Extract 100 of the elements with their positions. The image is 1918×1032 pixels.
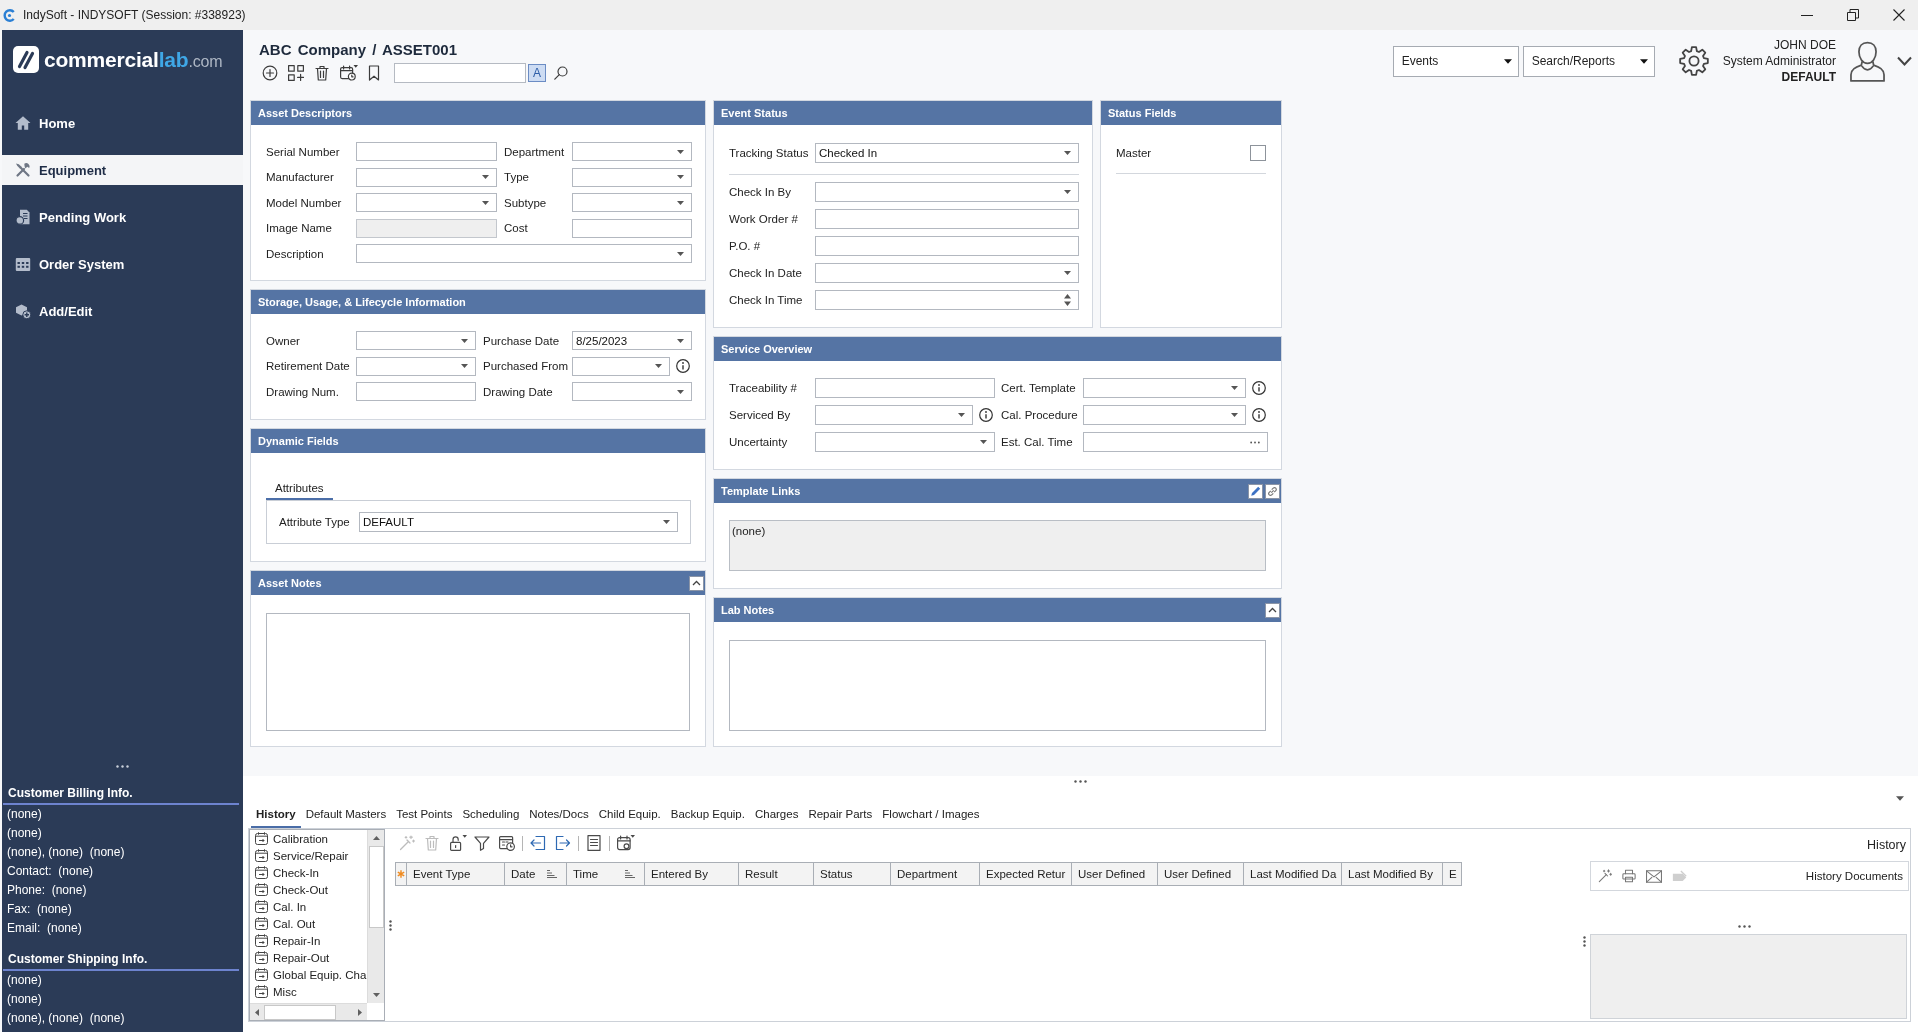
scrollbar-thumb[interactable] — [264, 1004, 336, 1020]
caret-icon[interactable] — [1064, 151, 1071, 155]
scrollbar-thumb[interactable] — [368, 846, 384, 928]
list-item[interactable]: Calibration — [250, 830, 367, 847]
dropdown-field[interactable]: DEFAULT — [359, 512, 678, 532]
calendar-clock-icon[interactable] — [340, 65, 358, 81]
caret-icon[interactable] — [461, 338, 468, 343]
arrow-down-icon[interactable] — [372, 993, 380, 997]
column-header[interactable]: Last Modified Da — [1244, 862, 1342, 886]
nav-item[interactable]: Home — [2, 108, 243, 138]
padlock-icon[interactable] — [449, 835, 467, 851]
export-icon[interactable] — [555, 835, 571, 851]
sort-icon[interactable] — [547, 870, 557, 878]
dropdown-field[interactable] — [1083, 378, 1246, 398]
dropdown-field[interactable] — [356, 331, 476, 350]
dropdown-field[interactable] — [356, 167, 497, 187]
caret-icon[interactable] — [482, 175, 489, 179]
import-icon[interactable] — [530, 835, 546, 851]
magic-wand-icon[interactable] — [1598, 869, 1612, 883]
tab[interactable]: Attributes — [266, 478, 333, 500]
text-field[interactable] — [572, 218, 692, 238]
link-icon[interactable] — [1265, 483, 1280, 499]
caret-icon[interactable] — [958, 413, 965, 417]
list-icon[interactable] — [586, 835, 602, 851]
caret-icon[interactable] — [677, 200, 684, 205]
dropdown-field[interactable] — [572, 382, 692, 401]
grip-dots-icon[interactable] — [388, 919, 392, 931]
nav-item[interactable]: Add/Edit — [2, 296, 243, 326]
list-item[interactable]: Check-Out — [250, 881, 367, 898]
scrollbar[interactable] — [250, 1003, 367, 1020]
grip-dots-icon[interactable] — [116, 764, 129, 768]
calendar-icon[interactable] — [617, 835, 635, 851]
checkbox[interactable] — [1250, 145, 1266, 161]
collapse-button[interactable] — [689, 575, 704, 591]
column-header[interactable]: Time — [567, 862, 645, 886]
envelope-icon[interactable] — [1646, 869, 1662, 883]
caret-icon[interactable] — [655, 364, 662, 368]
pencil-icon[interactable] — [1248, 483, 1263, 499]
list-item[interactable]: Repair-In — [250, 932, 367, 949]
close-icon[interactable] — [1893, 9, 1905, 21]
dropdown-field[interactable] — [356, 244, 692, 263]
text-field[interactable] — [815, 378, 995, 398]
more-icon[interactable] — [1250, 440, 1260, 444]
caret-icon[interactable] — [1231, 386, 1238, 390]
nav-item[interactable]: Equipment — [2, 155, 243, 185]
column-header[interactable]: E — [1443, 862, 1462, 886]
arrow-right-icon[interactable] — [358, 1008, 362, 1016]
caret-icon[interactable] — [677, 338, 684, 343]
dropdown-field[interactable] — [815, 405, 973, 425]
list-item[interactable]: Check-In — [250, 864, 367, 881]
tab[interactable]: Notes/Docs — [524, 802, 594, 828]
column-header[interactable]: Last Modified By — [1342, 862, 1443, 886]
list-item[interactable]: Global Equip. Cha — [250, 966, 367, 983]
grid-plus-icon[interactable] — [288, 65, 304, 81]
calendar-clock-icon[interactable] — [499, 835, 515, 851]
caret-icon[interactable] — [1064, 271, 1071, 275]
menu-dropdown[interactable]: Events — [1392, 45, 1519, 77]
list-item[interactable]: Misc — [250, 983, 367, 1000]
user-avatar-icon[interactable] — [1850, 40, 1885, 82]
tab[interactable]: Scheduling — [457, 802, 525, 828]
caret-icon[interactable] — [677, 175, 684, 179]
caret-icon[interactable] — [1896, 796, 1904, 801]
caret-icon[interactable] — [1231, 413, 1238, 417]
tab[interactable]: History — [251, 802, 301, 828]
tab[interactable]: Child Equip. — [593, 802, 666, 828]
search-icon[interactable] — [554, 66, 568, 80]
caret-icon[interactable] — [677, 149, 684, 154]
arrow-left-icon[interactable] — [255, 1008, 259, 1016]
plus-circle-icon[interactable] — [262, 65, 278, 81]
info-icon[interactable] — [1252, 408, 1266, 422]
caret-icon[interactable] — [1064, 190, 1071, 194]
dropdown-field[interactable] — [815, 263, 1079, 283]
printer-icon[interactable] — [1622, 869, 1636, 883]
text-field[interactable] — [815, 236, 1079, 256]
dropdown-field[interactable]: 8/25/2023 — [572, 331, 692, 350]
list-item[interactable]: Service/Repair — [250, 847, 367, 864]
chevron-down-icon[interactable] — [1897, 56, 1912, 66]
dropdown-field[interactable] — [572, 167, 692, 187]
grip-dots-icon[interactable] — [1737, 925, 1751, 928]
caret-icon[interactable] — [677, 251, 684, 256]
tab[interactable]: Flowchart / Images — [877, 802, 985, 828]
dropdown-field[interactable] — [572, 193, 692, 212]
nav-item[interactable]: Order System — [2, 249, 243, 279]
text-field[interactable] — [815, 209, 1079, 229]
grip-dots-icon[interactable] — [1583, 936, 1586, 947]
column-header[interactable]: Event Type — [407, 862, 505, 886]
text-field[interactable] — [1083, 432, 1268, 452]
column-header[interactable]: Department — [891, 862, 980, 886]
column-header[interactable]: Entered By — [645, 862, 739, 886]
dropdown-field[interactable]: Checked In — [815, 143, 1079, 163]
dropdown-field[interactable] — [572, 142, 692, 161]
text-field[interactable] — [356, 382, 476, 401]
column-header[interactable]: User Defined — [1158, 862, 1244, 886]
column-header[interactable]: Expected Retur — [980, 862, 1072, 886]
links-field[interactable]: (none) — [729, 520, 1266, 571]
info-icon[interactable] — [676, 359, 690, 373]
column-header[interactable]: Date — [505, 862, 567, 886]
caret-icon[interactable] — [1503, 58, 1512, 64]
dropdown-field[interactable] — [572, 356, 670, 376]
tab[interactable]: Repair Parts — [803, 802, 878, 828]
